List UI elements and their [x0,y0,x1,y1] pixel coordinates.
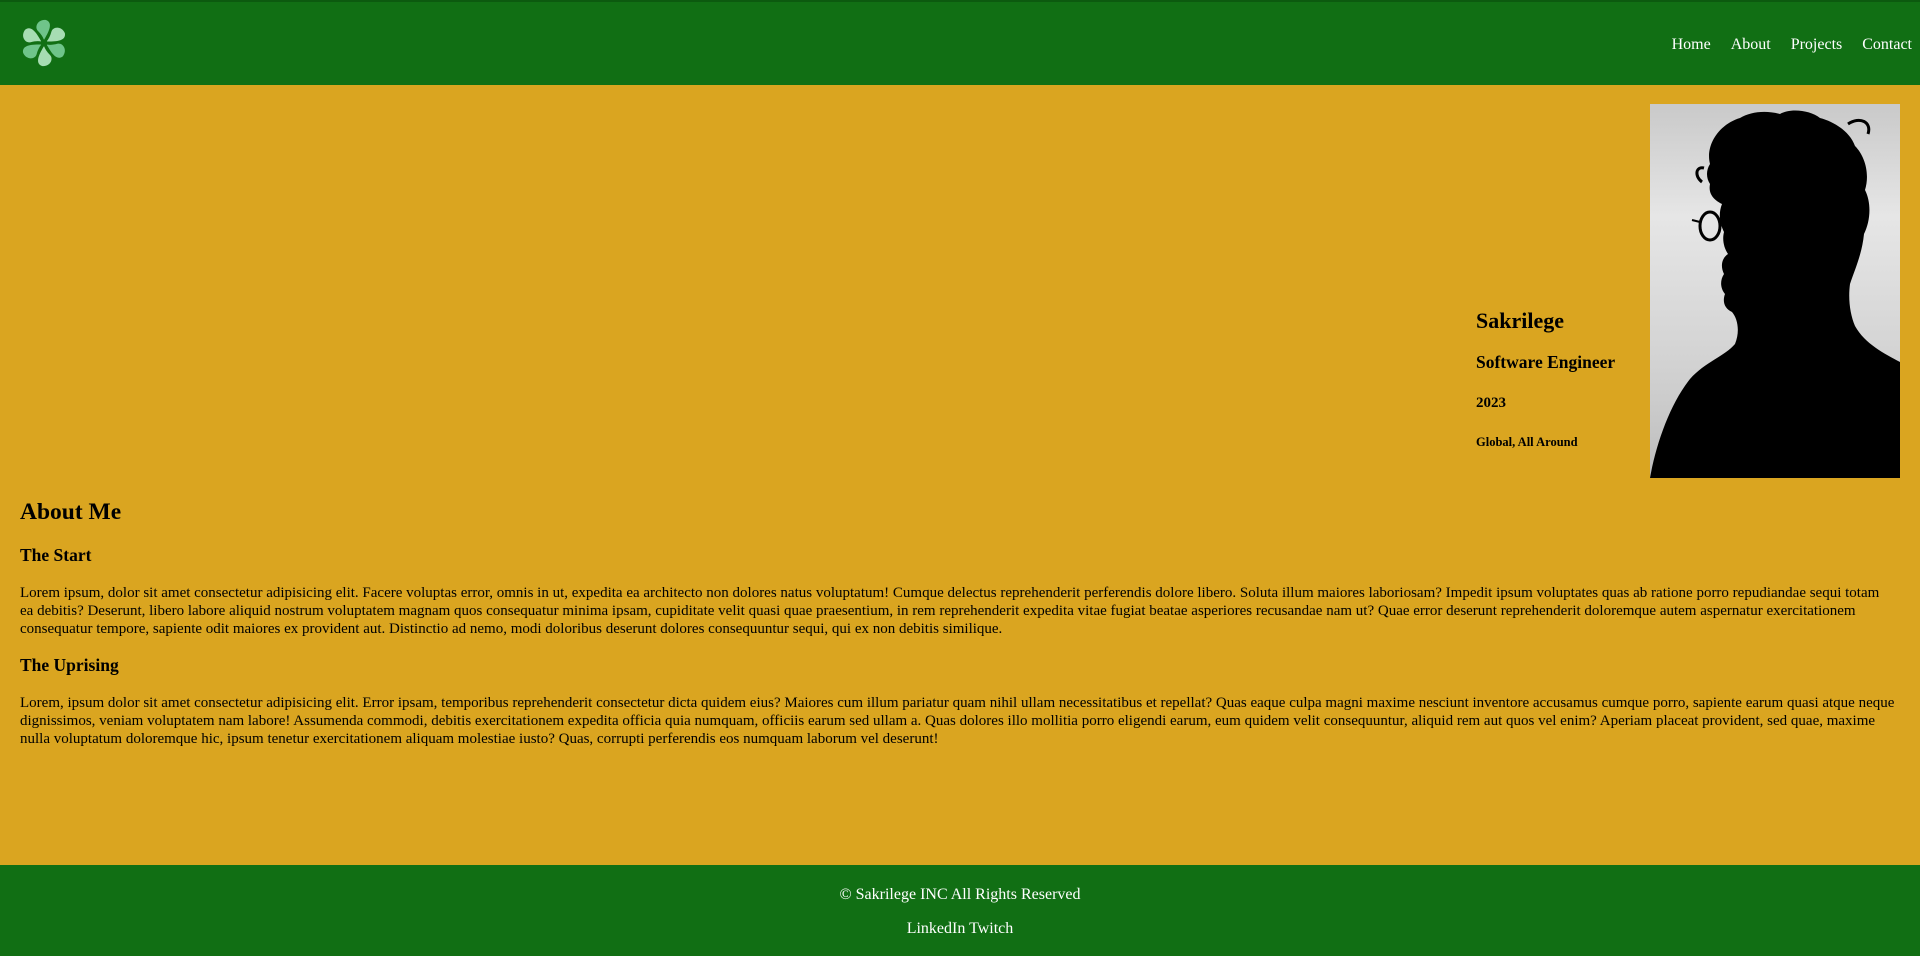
site-header: Home About Projects Contact [0,0,1920,85]
hero-info: Sakrilege Software Engineer 2023 Global,… [1476,310,1646,448]
section-title-uprising: The Uprising [20,655,119,676]
site-footer: © Sakrilege INC All Rights Reserved Link… [0,865,1920,956]
hero-role: Software Engineer [1476,352,1616,372]
section-body-uprising: Lorem, ipsum dolor sit amet consectetur … [20,695,1895,748]
about-section: About Me The Start Lorem ipsum, dolor si… [20,499,1895,748]
nav-link-about[interactable]: About [1731,36,1771,54]
hero-location: Global, All Around [1476,434,1578,449]
twitch-link[interactable]: Twitch [969,920,1013,937]
page: Home About Projects Contact Sakrilege So… [0,0,1920,956]
hero-year: 2023 [1476,394,1506,411]
silhouette-portrait-image [1650,104,1900,478]
section-body-start: Lorem ipsum, dolor sit amet consectetur … [20,585,1880,638]
about-heading: About Me [20,499,122,525]
hero-name: Sakrilege [1476,308,1564,333]
section-title-start: The Start [20,544,92,565]
main-nav: Home About Projects Contact [1652,2,1912,87]
copyright-text: © Sakrilege INC All Rights Reserved [839,886,1081,903]
social-links: LinkedIn Twitch [0,920,1920,938]
nav-link-contact[interactable]: Contact [1862,36,1912,54]
linkedin-link[interactable]: LinkedIn [907,920,966,937]
nav-link-projects[interactable]: Projects [1791,36,1843,54]
pinwheel-logo-icon[interactable] [19,18,69,68]
nav-link-home[interactable]: Home [1672,36,1711,54]
